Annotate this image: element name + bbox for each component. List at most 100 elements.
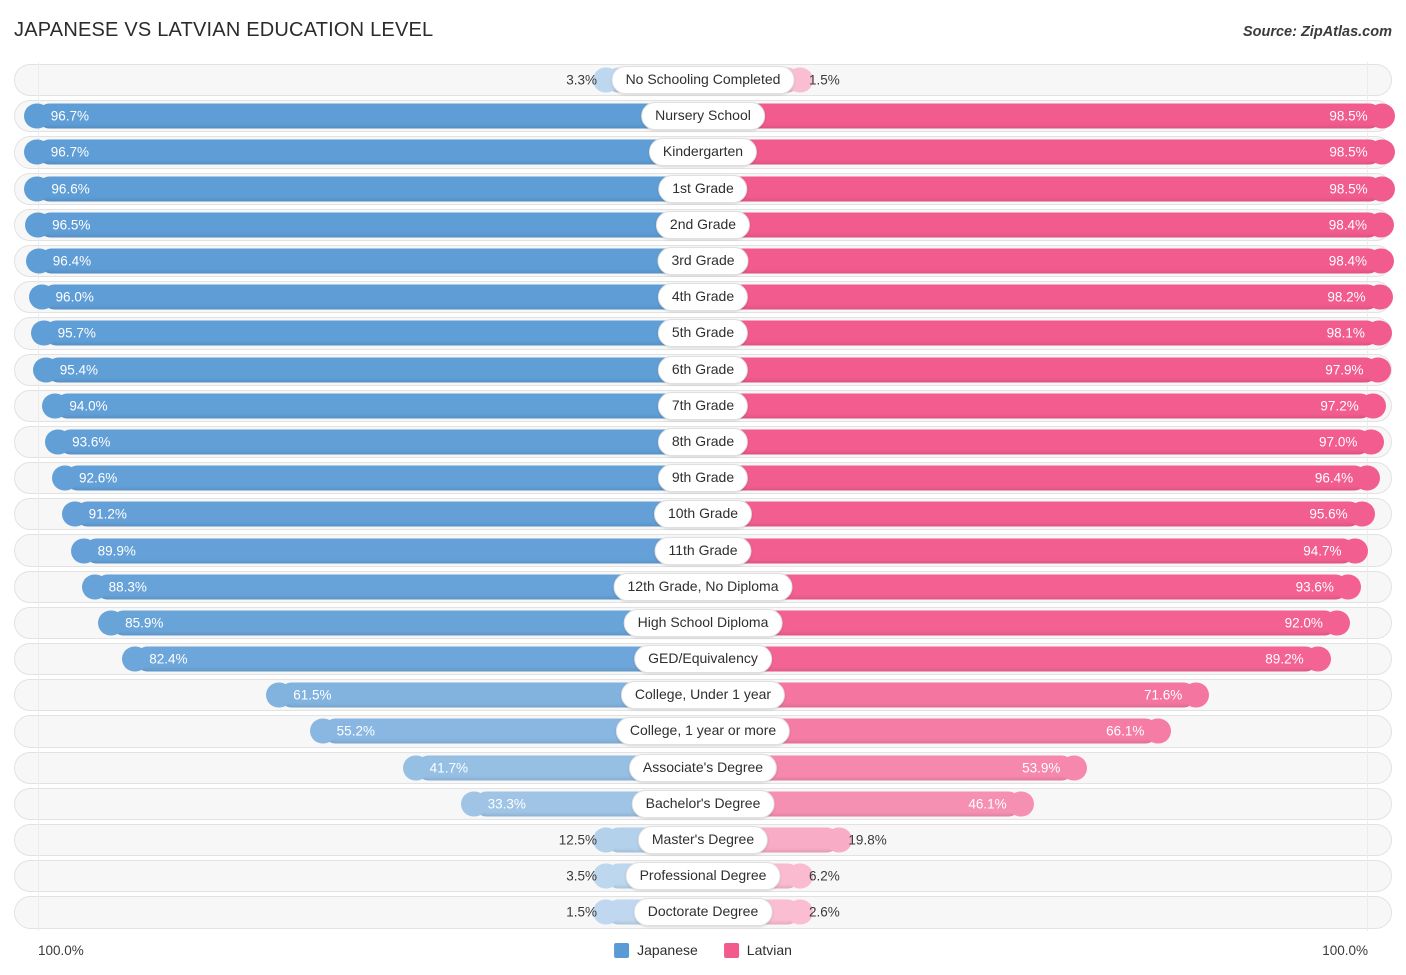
chart-row: 61.5% 71.6% College, Under 1 year [0, 677, 1406, 714]
bar-japanese[interactable] [42, 393, 703, 419]
bar-japanese[interactable] [32, 357, 703, 383]
bar-latvian[interactable] [703, 103, 1395, 129]
bar-japanese[interactable] [122, 646, 703, 672]
value-label-latvian: 98.4% [1328, 217, 1367, 233]
category-label: Bachelor's Degree [631, 789, 775, 818]
value-label-latvian: 6.2% [809, 868, 840, 884]
bar-japanese[interactable] [30, 320, 703, 346]
diverging-bar-chart: 3.3% 1.5% No Schooling Completed 96.7% 98.5%… [0, 62, 1406, 937]
value-label-latvian: 53.9% [1022, 760, 1061, 776]
value-label-latvian: 96.4% [1314, 470, 1354, 486]
chart-legend: Japanese Latvian [614, 942, 792, 958]
value-label-japanese: 89.9% [97, 543, 136, 559]
legend-label-latvian: Latvian [746, 942, 792, 958]
value-label-latvian: 98.1% [1326, 325, 1365, 341]
value-label-japanese: 1.5% [566, 904, 597, 920]
bar-japanese[interactable] [28, 284, 703, 310]
legend-item-latvian[interactable]: Latvian [723, 942, 792, 958]
bar-latvian[interactable] [703, 212, 1394, 238]
value-label-latvian: 97.2% [1320, 398, 1359, 414]
bar-latvian[interactable] [703, 393, 1386, 419]
value-label-japanese: 96.7% [50, 144, 90, 160]
category-label: Associate's Degree [628, 753, 778, 782]
bar-latvian[interactable] [703, 320, 1392, 346]
value-label-japanese: 3.3% [566, 72, 597, 88]
chart-row: 96.7% 98.5% Nursery School [0, 98, 1406, 135]
value-label-latvian: 98.2% [1327, 289, 1366, 305]
bar-japanese[interactable] [52, 465, 703, 491]
chart-row: 95.4% 97.9% 6th Grade [0, 351, 1406, 388]
value-label-japanese: 93.6% [72, 434, 111, 450]
chart-row: 3.5% 6.2% Professional Degree [0, 858, 1406, 895]
legend-label-japanese: Japanese [637, 942, 698, 958]
bar-latvian[interactable] [703, 501, 1375, 527]
category-label: Professional Degree [625, 862, 781, 891]
chart-row: 94.0% 97.2% 7th Grade [0, 387, 1406, 424]
value-label-japanese: 55.2% [336, 723, 375, 739]
chart-row: 93.6% 97.0% 8th Grade [0, 423, 1406, 461]
legend-item-japanese[interactable]: Japanese [614, 942, 698, 958]
value-label-japanese: 61.5% [293, 687, 332, 703]
category-label: No Schooling Completed [611, 66, 795, 95]
category-label: 7th Grade [657, 391, 749, 420]
chart-row: 91.2% 95.6% 10th Grade [0, 496, 1406, 533]
category-label: Master's Degree [637, 826, 769, 855]
value-label-latvian: 97.0% [1319, 434, 1358, 450]
axis-label-left: 100.0% [38, 943, 84, 958]
bar-japanese[interactable] [23, 103, 703, 129]
category-label: College, Under 1 year [620, 681, 786, 710]
bar-japanese[interactable] [24, 176, 703, 202]
value-label-japanese: 3.5% [566, 868, 597, 884]
value-label-japanese: 96.5% [52, 217, 91, 233]
value-label-latvian: 98.4% [1328, 253, 1367, 269]
legend-swatch-japanese [614, 942, 630, 958]
category-label: 2nd Grade [655, 210, 751, 239]
value-label-latvian: 1.5% [809, 72, 840, 88]
axis-label-right: 100.0% [1322, 943, 1368, 958]
bar-japanese[interactable] [61, 501, 703, 527]
chart-row: 96.4% 98.4% 3rd Grade [0, 242, 1406, 280]
category-label: 9th Grade [657, 464, 749, 493]
value-label-latvian: 71.6% [1144, 687, 1183, 703]
bar-latvian[interactable] [703, 610, 1350, 636]
bar-japanese[interactable] [25, 212, 703, 238]
bar-japanese[interactable] [81, 574, 703, 600]
chart-row: 95.7% 98.1% 5th Grade [0, 315, 1406, 352]
bar-japanese[interactable] [70, 538, 703, 564]
chart-row: 3.3% 1.5% No Schooling Completed [0, 62, 1406, 99]
value-label-latvian: 92.0% [1284, 615, 1323, 631]
value-label-japanese: 12.5% [558, 832, 597, 848]
bar-japanese[interactable] [98, 610, 703, 636]
chart-row: 33.3% 46.1% Bachelor's Degree [0, 785, 1406, 822]
value-label-latvian: 97.9% [1325, 362, 1364, 378]
category-label: 1st Grade [658, 174, 748, 203]
bar-japanese[interactable] [25, 248, 703, 274]
chart-row: 96.5% 98.4% 2nd Grade [0, 206, 1406, 243]
value-label-latvian: 89.2% [1265, 651, 1304, 667]
value-label-japanese: 96.7% [50, 108, 90, 124]
bar-latvian[interactable] [703, 646, 1331, 672]
bar-latvian[interactable] [703, 284, 1393, 310]
legend-swatch-latvian [723, 942, 739, 958]
bar-latvian[interactable] [703, 538, 1369, 564]
bar-latvian[interactable] [703, 248, 1394, 274]
chart-row: 96.0% 98.2% 4th Grade [0, 279, 1406, 316]
chart-row: 88.3% 93.6% 12th Grade, No Diploma [0, 568, 1406, 605]
bar-latvian[interactable] [703, 357, 1391, 383]
category-label: 8th Grade [657, 427, 749, 456]
value-label-japanese: 88.3% [108, 579, 147, 595]
chart-row: 12.5% 19.8% Master's Degree [0, 821, 1406, 859]
value-label-japanese: 96.4% [52, 253, 92, 269]
bar-japanese[interactable] [23, 139, 703, 165]
value-label-japanese: 85.9% [125, 615, 164, 631]
bar-latvian[interactable] [703, 176, 1395, 202]
bar-latvian[interactable] [703, 465, 1381, 491]
value-label-japanese: 96.6% [51, 181, 90, 197]
value-label-latvian: 98.5% [1329, 181, 1368, 197]
bar-japanese[interactable] [45, 429, 703, 455]
category-label: 11th Grade [654, 536, 752, 565]
bar-latvian[interactable] [703, 429, 1385, 455]
bar-latvian[interactable] [703, 574, 1361, 600]
bar-latvian[interactable] [703, 139, 1395, 165]
category-label: 3rd Grade [657, 247, 749, 276]
